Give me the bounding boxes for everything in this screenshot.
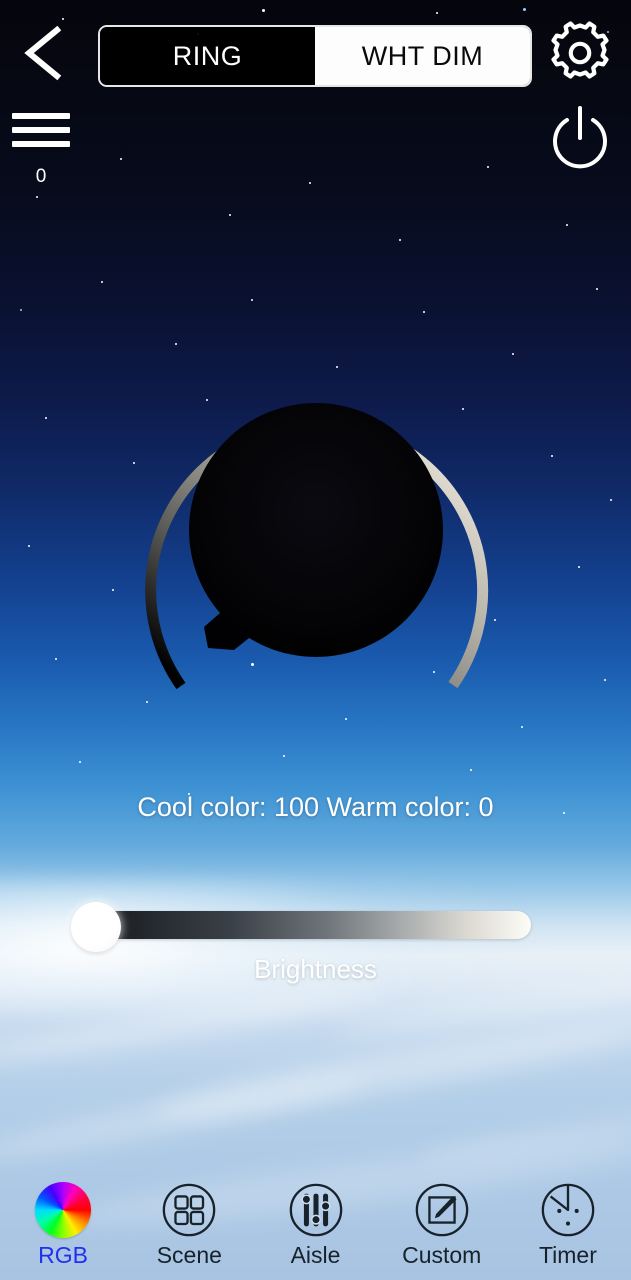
hamburger-icon-line bbox=[12, 141, 70, 147]
color-wheel-icon bbox=[33, 1180, 93, 1240]
brightness-slider[interactable] bbox=[71, 902, 531, 952]
settings-button[interactable] bbox=[545, 18, 615, 88]
tab-ring[interactable]: RING bbox=[100, 27, 315, 85]
tab-custom-label: Custom bbox=[402, 1242, 482, 1268]
tab-aisle-label: Aisle bbox=[290, 1242, 341, 1268]
sliders-icon bbox=[289, 1183, 342, 1237]
tab-rgb-label: RGB bbox=[38, 1242, 89, 1268]
tab-wht-dim[interactable]: WHT DIM bbox=[315, 27, 530, 85]
chevron-left-icon bbox=[24, 25, 62, 81]
brightness-label: Brightness bbox=[254, 954, 377, 984]
power-icon bbox=[553, 106, 607, 169]
back-button[interactable] bbox=[14, 22, 76, 84]
tab-scene-label: Scene bbox=[156, 1242, 222, 1268]
power-button[interactable] bbox=[547, 104, 613, 170]
hamburger-icon-line bbox=[12, 127, 70, 133]
tab-custom[interactable]: Custom bbox=[379, 1180, 505, 1269]
menu-count-label: 0 bbox=[35, 166, 47, 187]
dial-knob bbox=[189, 403, 443, 657]
hamburger-icon-line bbox=[12, 113, 70, 119]
app-screen: 0 RING WHT DIM Cool color: 100 Warm colo… bbox=[0, 0, 631, 1280]
tab-aisle[interactable]: Aisle bbox=[252, 1180, 378, 1269]
dial-graphic bbox=[145, 403, 489, 690]
tab-ring-label: RING bbox=[172, 40, 243, 71]
tab-scene[interactable]: Scene bbox=[126, 1180, 252, 1269]
color-temperature-dial[interactable] bbox=[108, 345, 524, 725]
color-readout: Cool color: 100 Warm color: 0 bbox=[137, 792, 494, 822]
tab-rgb[interactable]: RGB bbox=[0, 1180, 126, 1269]
brightness-slider-thumb[interactable] bbox=[71, 902, 121, 952]
timer-icon bbox=[541, 1183, 595, 1237]
menu-button[interactable] bbox=[12, 113, 70, 157]
bottom-tab-bar: RGB Scene Aisle Custom Timer bbox=[0, 1172, 631, 1280]
mode-toggle: RING WHT DIM bbox=[98, 25, 532, 87]
pencil-square-icon bbox=[415, 1183, 468, 1237]
tab-timer[interactable]: Timer bbox=[505, 1180, 631, 1269]
gear-icon bbox=[551, 21, 609, 79]
grid-squares-icon bbox=[163, 1183, 216, 1237]
header-bar: 0 RING WHT DIM bbox=[0, 0, 631, 190]
brightness-slider-track[interactable] bbox=[75, 911, 531, 939]
tab-wht-dim-label: WHT DIM bbox=[361, 40, 484, 71]
tab-timer-label: Timer bbox=[538, 1242, 597, 1268]
